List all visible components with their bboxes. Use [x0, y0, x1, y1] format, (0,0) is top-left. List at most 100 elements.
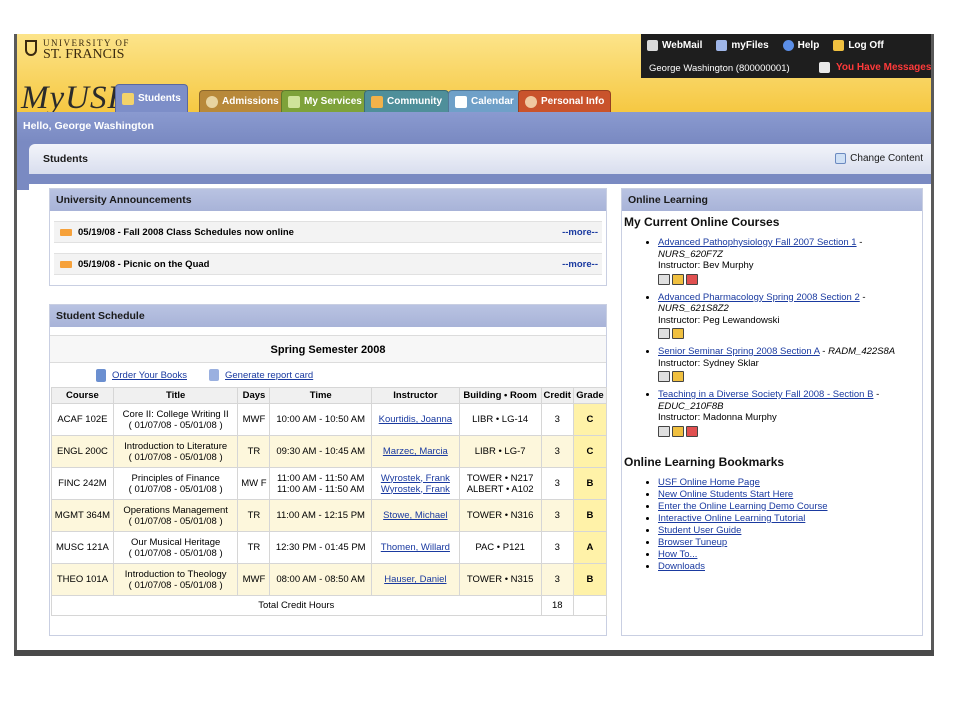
- tab-admissions[interactable]: Admissions: [199, 90, 286, 112]
- webmail-link[interactable]: WebMail: [647, 40, 702, 51]
- top-nav: WebMail myFiles Help Log Off: [647, 40, 884, 51]
- total-row: Total Credit Hours 18: [51, 595, 608, 616]
- grade-cell: A: [572, 531, 608, 564]
- course-tool-icon[interactable]: [686, 273, 698, 285]
- cell-text: Core II: College Writing II: [122, 408, 229, 420]
- course-link[interactable]: Teaching in a Diverse Society Fall 2008 …: [658, 389, 873, 400]
- announcements-panel: University Announcements 05/19/08 - Fall…: [49, 188, 607, 286]
- course-link[interactable]: Advanced Pharmacology Spring 2008 Sectio…: [658, 292, 860, 303]
- total-grade-cell: [572, 595, 608, 616]
- time-cell: 09:30 AM - 10:45 AM: [269, 435, 372, 468]
- schedule-actions: Order Your Books Generate report card: [50, 363, 606, 387]
- myfiles-link[interactable]: myFiles: [716, 40, 769, 51]
- order-books-link[interactable]: Order Your Books: [96, 368, 187, 382]
- bookmark-link[interactable]: USF Online Home Page: [658, 477, 760, 488]
- tab-students[interactable]: Students: [115, 84, 188, 112]
- list-item: Senior Seminar Spring 2008 Section A - R…: [658, 346, 922, 382]
- more-link[interactable]: --more--: [562, 259, 598, 270]
- bookmark-list: USF Online Home PageNew Online Students …: [622, 477, 922, 573]
- course-tool-icon[interactable]: [686, 425, 698, 437]
- cell-text: Introduction to Theology: [124, 568, 227, 580]
- instructor-link[interactable]: Wyrostek, Frank: [381, 473, 450, 484]
- cell-text: 09:30 AM - 10:45 AM: [276, 446, 366, 457]
- schedule-panel: Student Schedule Spring Semester 2008 Or…: [49, 304, 608, 636]
- course-tools: [658, 425, 922, 437]
- days-cell: TR: [237, 531, 271, 564]
- instructor-link[interactable]: Marzec, Marcia: [383, 446, 448, 457]
- instructor-link[interactable]: Thomen, Willard: [381, 542, 450, 553]
- tab-calendar[interactable]: Calendar: [448, 90, 521, 112]
- course-instructor: Instructor: Bev Murphy: [658, 260, 754, 271]
- cell-text: ( 01/07/08 - 05/01/08 ): [128, 451, 223, 463]
- list-item: USF Online Home Page: [658, 477, 922, 489]
- semester-title: Spring Semester 2008: [50, 335, 606, 363]
- column-header: Building • Room: [458, 387, 542, 404]
- tab-my-services[interactable]: My Services: [281, 90, 369, 112]
- schedule-body: ACAF 102E Core II: College Writing II( 01…: [51, 403, 608, 616]
- greeting: Hello, George Washington: [17, 112, 931, 142]
- cell-text: ( 01/07/08 - 05/01/08 ): [128, 515, 223, 527]
- section-header-inner: Students Change Content: [29, 144, 931, 174]
- table-header-row: Course Title Days Time Instructor Buildi…: [51, 387, 608, 404]
- announcement-item: 05/19/08 - Picnic on the Quad --more--: [54, 253, 602, 275]
- time-cell: 11:00 AM - 11:50 AM 11:00 AM - 11:50 AM: [269, 467, 372, 500]
- course-tool-icon[interactable]: [672, 273, 684, 285]
- bookmark-link[interactable]: Browser Tuneup: [658, 537, 727, 548]
- grade-cell: C: [572, 435, 608, 468]
- course-tool-icon[interactable]: [672, 328, 684, 339]
- course-instructor: Instructor: Sydney Sklar: [658, 357, 759, 369]
- course-tool-icon[interactable]: [658, 425, 670, 437]
- cell-text: LIBR • LG-7: [474, 446, 526, 457]
- course-tool-icon[interactable]: [658, 273, 670, 285]
- logo-line-2: ST. FRANCIS: [43, 47, 125, 62]
- more-link[interactable]: --more--: [562, 227, 598, 238]
- instructor-link[interactable]: Stowe, Michael: [383, 510, 447, 521]
- course-list: Advanced Pathophysiology Fall 2007 Secti…: [622, 237, 922, 437]
- course-tool-icon[interactable]: [672, 425, 684, 437]
- change-content-button[interactable]: Change Content: [835, 153, 923, 164]
- people-icon: [371, 95, 383, 108]
- tab-community[interactable]: Community: [364, 90, 449, 112]
- bookmark-link[interactable]: Interactive Online Learning Tutorial: [658, 513, 805, 524]
- course-tool-icon[interactable]: [672, 371, 684, 382]
- list-item: Browser Tuneup: [658, 537, 922, 549]
- grade-cell: C: [572, 403, 608, 436]
- cell-text: ( 01/07/08 - 05/01/08 ): [128, 483, 223, 495]
- course-link[interactable]: Senior Seminar Spring 2008 Section A: [658, 346, 820, 357]
- course-tool-icon[interactable]: [658, 371, 670, 382]
- cell-text: 10:00 AM - 10:50 AM: [276, 414, 366, 425]
- title-cell: Operations Management( 01/07/08 - 05/01/…: [112, 499, 239, 532]
- bookmark-link[interactable]: Downloads: [658, 561, 705, 572]
- person-icon: [525, 95, 537, 108]
- table-row: ENGL 200C Introduction to Literature( 01/…: [51, 435, 608, 468]
- help-link[interactable]: Help: [782, 40, 819, 51]
- credit-cell: 3: [540, 467, 574, 500]
- logoff-link[interactable]: Log Off: [833, 40, 884, 51]
- bookmark-link[interactable]: Student User Guide: [658, 525, 741, 536]
- course-link[interactable]: Advanced Pathophysiology Fall 2007 Secti…: [658, 237, 857, 248]
- bookmark-link[interactable]: New Online Students Start Here: [658, 489, 793, 500]
- services-icon: [288, 95, 300, 108]
- bookmark-link[interactable]: Enter the Online Learning Demo Course: [658, 501, 828, 512]
- total-value: 18: [540, 595, 574, 616]
- instructor-link[interactable]: Kourtidis, Joanna: [379, 414, 452, 425]
- student-icon: [122, 92, 134, 105]
- instructor-link[interactable]: Wyrostek, Frank: [381, 484, 450, 495]
- tab-personal-info[interactable]: Personal Info: [518, 90, 612, 112]
- announcement-item: 05/19/08 - Fall 2008 Class Schedules now…: [54, 221, 602, 243]
- days-cell: TR: [237, 499, 271, 532]
- time-cell: 12:30 PM - 01:45 PM: [269, 531, 372, 564]
- report-card-link[interactable]: Generate report card: [209, 369, 313, 381]
- cell-text: TOWER • N316: [466, 510, 534, 521]
- course-tool-icon[interactable]: [658, 328, 670, 339]
- messages-link[interactable]: You Have Messages: [819, 62, 931, 73]
- lock-icon: [833, 40, 845, 51]
- instructor-cell: Wyrostek, Frank Wyrostek, Frank: [370, 467, 460, 500]
- cell-text: LIBR • LG-14: [472, 414, 529, 425]
- announcements-title: University Announcements: [50, 189, 606, 211]
- cell-text: ( 01/07/08 - 05/01/08 ): [128, 547, 223, 559]
- instructor-link[interactable]: Hauser, Daniel: [384, 574, 446, 585]
- column-header: Days: [237, 387, 271, 404]
- list-item: Interactive Online Learning Tutorial: [658, 513, 922, 525]
- bookmark-link[interactable]: How To...: [658, 549, 697, 560]
